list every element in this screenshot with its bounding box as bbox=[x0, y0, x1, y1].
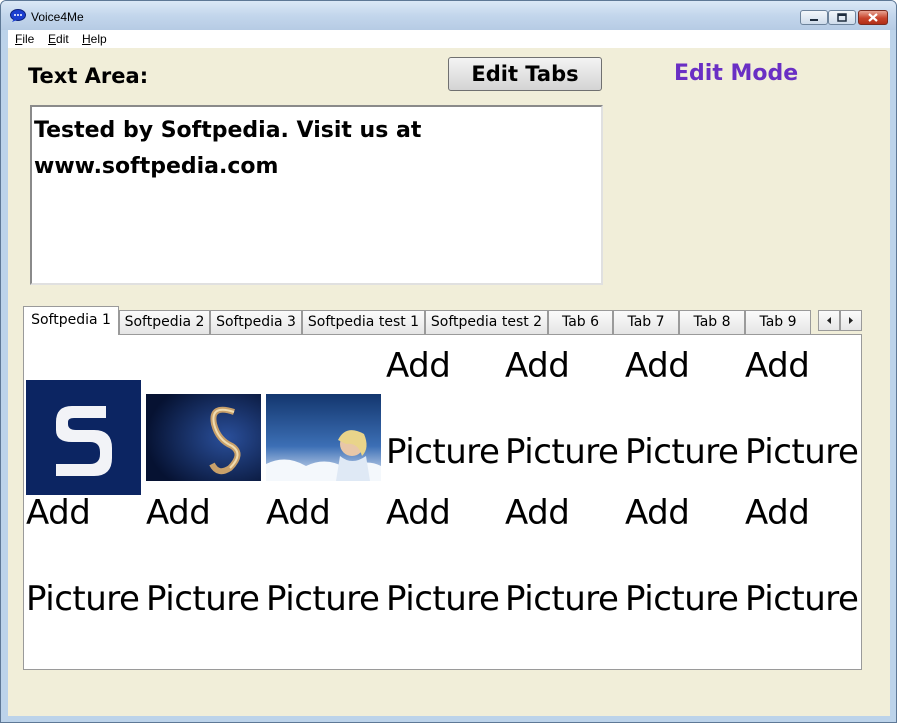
add-label: Add bbox=[745, 346, 810, 386]
close-icon bbox=[868, 13, 878, 22]
add-label: Add bbox=[625, 493, 690, 533]
menu-bar: File Edit Help bbox=[8, 30, 890, 48]
add-label: Add bbox=[266, 493, 331, 533]
picture-label: Picture bbox=[505, 579, 619, 619]
tab-softpedia-test-2[interactable]: Softpedia test 2 bbox=[425, 310, 548, 334]
tab-strip: Softpedia 1 Softpedia 2 Softpedia 3 Soft… bbox=[23, 306, 863, 335]
maximize-button[interactable] bbox=[828, 10, 856, 25]
tab-softpedia-3[interactable]: Softpedia 3 bbox=[210, 310, 302, 334]
text-area[interactable]: Tested by Softpedia. Visit us at www.sof… bbox=[30, 105, 603, 285]
title-bar[interactable]: Voice4Me bbox=[1, 1, 896, 30]
picture-label: Picture bbox=[745, 579, 859, 619]
tab-softpedia-2[interactable]: Softpedia 2 bbox=[119, 310, 210, 334]
softpedia-s-logo-icon bbox=[26, 380, 141, 495]
add-picture-cell-3[interactable]: Add Picture bbox=[625, 340, 743, 485]
add-picture-cell-1[interactable]: Add Picture bbox=[386, 340, 504, 485]
picture-label: Picture bbox=[386, 579, 500, 619]
add-label: Add bbox=[505, 493, 570, 533]
add-picture-cell-5[interactable]: Add Picture bbox=[26, 487, 144, 632]
add-picture-cell-4[interactable]: Add Picture bbox=[745, 340, 863, 485]
add-label: Add bbox=[386, 493, 451, 533]
picture-cell-1[interactable] bbox=[26, 340, 144, 495]
softpedia-swirl-wallpaper-icon bbox=[146, 394, 261, 481]
text-area-label: Text Area: bbox=[28, 64, 149, 88]
picture-label: Picture bbox=[745, 432, 859, 472]
menu-file[interactable]: File bbox=[15, 32, 34, 46]
tab-7[interactable]: Tab 7 bbox=[613, 310, 679, 334]
picture-label: Picture bbox=[625, 432, 739, 472]
tab-8[interactable]: Tab 8 bbox=[679, 310, 745, 334]
tab-9[interactable]: Tab 9 bbox=[745, 310, 811, 334]
scroll-left-icon bbox=[827, 317, 831, 324]
scroll-right-icon bbox=[849, 317, 853, 324]
minimize-button[interactable] bbox=[800, 10, 828, 25]
close-button[interactable] bbox=[858, 10, 888, 25]
app-window: Voice4Me File Edit Help Text Area: Edit … bbox=[0, 0, 897, 723]
menu-help[interactable]: Help bbox=[82, 32, 107, 46]
add-label: Add bbox=[146, 493, 211, 533]
add-label: Add bbox=[625, 346, 690, 386]
picture-label: Picture bbox=[625, 579, 739, 619]
picture-cell-2[interactable] bbox=[146, 340, 264, 485]
add-label: Add bbox=[745, 493, 810, 533]
tab-softpedia-test-1[interactable]: Softpedia test 1 bbox=[302, 310, 425, 334]
edit-tabs-button[interactable]: Edit Tabs bbox=[448, 57, 602, 91]
picture-cell-3[interactable] bbox=[266, 340, 384, 485]
add-label: Add bbox=[386, 346, 451, 386]
minimize-icon bbox=[810, 19, 818, 21]
picture-label: Picture bbox=[266, 579, 380, 619]
tab-6[interactable]: Tab 6 bbox=[548, 310, 613, 334]
add-picture-cell-7[interactable]: Add Picture bbox=[266, 487, 384, 632]
add-picture-cell-8[interactable]: Add Picture bbox=[386, 487, 504, 632]
add-label: Add bbox=[26, 493, 91, 533]
menu-edit[interactable]: Edit bbox=[48, 32, 69, 46]
text-area-line-1: Tested by Softpedia. Visit us at bbox=[34, 118, 422, 143]
add-picture-cell-2[interactable]: Add Picture bbox=[505, 340, 623, 485]
speech-bubble-icon bbox=[10, 9, 26, 22]
edit-mode-label: Edit Mode bbox=[674, 61, 799, 86]
maximize-icon bbox=[837, 13, 847, 22]
tab-panel-softpedia-1: Add Picture Add Picture Add Picture Add … bbox=[23, 334, 862, 670]
text-area-line-2: www.softpedia.com bbox=[34, 154, 279, 179]
tab-scroll-left-button[interactable] bbox=[818, 310, 840, 331]
add-picture-cell-10[interactable]: Add Picture bbox=[625, 487, 743, 632]
tab-softpedia-1[interactable]: Softpedia 1 bbox=[23, 306, 119, 335]
window-title: Voice4Me bbox=[31, 10, 84, 24]
add-picture-cell-9[interactable]: Add Picture bbox=[505, 487, 623, 632]
add-picture-cell-11[interactable]: Add Picture bbox=[745, 487, 863, 632]
tab-scroll-right-button[interactable] bbox=[840, 310, 862, 331]
picture-label: Picture bbox=[386, 432, 500, 472]
picture-label: Picture bbox=[146, 579, 260, 619]
main-panel: Text Area: Edit Tabs Edit Mode Tested by… bbox=[8, 48, 890, 716]
softpedia-portrait-wallpaper-icon bbox=[266, 394, 381, 481]
picture-label: Picture bbox=[26, 579, 140, 619]
picture-label: Picture bbox=[505, 432, 619, 472]
add-picture-cell-6[interactable]: Add Picture bbox=[146, 487, 264, 632]
add-label: Add bbox=[505, 346, 570, 386]
